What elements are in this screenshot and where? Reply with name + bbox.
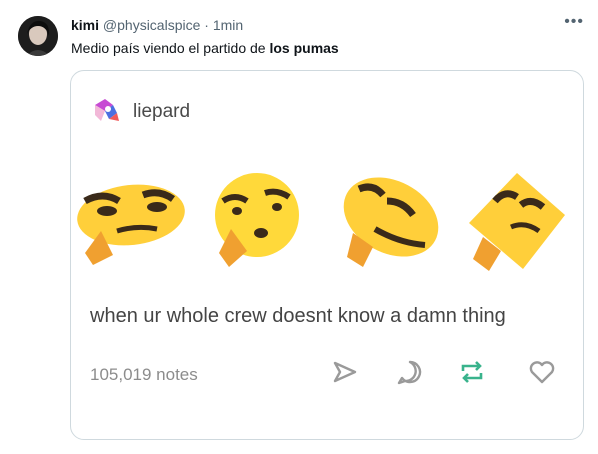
reply-icon[interactable] (395, 357, 425, 387)
more-horizontal-icon[interactable]: ••• (564, 13, 584, 31)
author-name[interactable]: kimi (71, 17, 99, 33)
reblog-icon[interactable] (457, 357, 487, 387)
tweet: kimi @physicalspice · 1min ••• Medio paí… (0, 0, 598, 454)
thinking-emoji-icon (77, 184, 185, 265)
timestamp[interactable]: 1min (213, 17, 243, 33)
blog-name[interactable]: liepard (133, 101, 190, 123)
post-actions (329, 357, 569, 387)
tweet-text-prefix: Medio país viendo el partido de (71, 40, 270, 56)
embedded-image-card[interactable]: liepard when ur whole crew doesnt know a… (70, 70, 584, 440)
avatar[interactable] (18, 16, 58, 56)
separator: · (204, 17, 209, 33)
tweet-text-bold: los pumas (269, 40, 339, 56)
thinking-emoji-icon (469, 173, 565, 271)
tweet-text: Medio país viendo el partido de los puma… (71, 40, 339, 56)
author-handle[interactable]: @physicalspice (103, 17, 200, 33)
share-icon[interactable] (329, 357, 359, 387)
thinking-emoji-icon (215, 173, 299, 267)
blog-avatar-icon (95, 99, 119, 121)
thinking-emoji-row (71, 171, 583, 281)
tweet-header: kimi @physicalspice · 1min (71, 17, 243, 33)
post-caption: when ur whole crew doesnt know a damn th… (90, 305, 506, 327)
like-icon[interactable] (527, 357, 557, 387)
thinking-emoji-icon (343, 177, 439, 267)
notes-count[interactable]: 105,019 notes (90, 365, 198, 385)
